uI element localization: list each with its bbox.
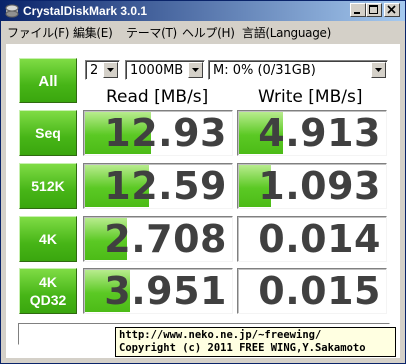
4k-write-cell: 0.014 [237, 216, 387, 262]
minimize-icon [354, 12, 360, 14]
512k-button[interactable]: 512K [19, 163, 77, 209]
all-button[interactable]: All [19, 58, 77, 103]
minimize-button[interactable] [350, 3, 366, 17]
4k-qd32-write-value: 0.015 [258, 269, 381, 313]
drive-select[interactable]: M: 0% (0/31GB) [208, 60, 388, 80]
maximize-button[interactable] [366, 3, 382, 17]
all-button-label: All [38, 73, 58, 90]
test-count-value: 2 [90, 63, 99, 78]
read-header: Read [MB/s] [106, 87, 209, 107]
app-icon [5, 4, 19, 18]
4k-qd32-read-value: 3.951 [104, 269, 227, 313]
maximize-icon [369, 5, 378, 14]
4k-button[interactable]: 4K [19, 216, 77, 262]
close-icon [387, 5, 396, 14]
app-window: CrystalDiskMark 3.0.1 ファイル(F) 編集(E) テーマ(… [0, 0, 406, 364]
chevron-down-icon [192, 68, 199, 72]
seq-read-cell: 12.93 [83, 110, 233, 156]
menu-language[interactable]: 言語(Language) [242, 24, 331, 41]
dropdown-button[interactable] [188, 62, 203, 78]
4k-read-cell: 2.708 [83, 216, 233, 262]
512k-write-value: 1.093 [258, 164, 381, 208]
menu-theme[interactable]: テーマ(T) [126, 24, 177, 41]
seq-button[interactable]: Seq [19, 110, 77, 156]
seq-write-cell: 4.913 [237, 110, 387, 156]
menu-bar: ファイル(F) 編集(E) テーマ(T) ヘルプ(H) 言語(Language) [1, 21, 405, 40]
seq-read-value: 12.93 [104, 111, 227, 155]
chevron-down-icon [107, 68, 114, 72]
menu-file[interactable]: ファイル(F) [7, 24, 69, 41]
write-header: Write [MB/s] [258, 87, 363, 107]
dropdown-button[interactable] [103, 62, 118, 78]
4k-qd32-button-label: 4K [39, 274, 57, 290]
chevron-down-icon [375, 68, 382, 72]
menu-help[interactable]: ヘルプ(H) [182, 24, 235, 41]
drive-value: M: 0% (0/31GB) [213, 63, 316, 78]
4k-qd32-button-sublabel: QD32 [29, 292, 67, 308]
512k-write-cell: 1.093 [237, 163, 387, 209]
4k-qd32-write-cell: 0.015 [237, 268, 387, 314]
close-button[interactable] [384, 3, 400, 17]
4k-qd32-read-cell: 3.951 [83, 268, 233, 314]
512k-read-cell: 12.59 [83, 163, 233, 209]
seq-write-value: 4.913 [258, 111, 381, 155]
4k-button-label: 4K [39, 231, 57, 247]
copyright-tooltip: http://www.neko.ne.jp/~freewing/ Copyrig… [115, 327, 396, 357]
dropdown-button[interactable] [371, 62, 386, 78]
4k-read-value: 2.708 [104, 217, 227, 261]
title-bar[interactable]: CrystalDiskMark 3.0.1 [1, 1, 405, 21]
menu-edit[interactable]: 編集(E) [73, 24, 113, 41]
test-size-select[interactable]: 1000MB [125, 60, 205, 80]
window-title: CrystalDiskMark 3.0.1 [23, 4, 148, 18]
4k-write-value: 0.014 [258, 217, 381, 261]
test-count-select[interactable]: 2 [85, 60, 120, 80]
512k-button-label: 512K [31, 178, 65, 194]
tooltip-url: http://www.neko.ne.jp/~freewing/ [119, 329, 322, 341]
seq-button-label: Seq [35, 125, 61, 141]
tooltip-copyright: Copyright (c) 2011 FREE WING,Y.Sakamoto [119, 342, 366, 354]
512k-read-value: 12.59 [104, 164, 227, 208]
test-size-value: 1000MB [130, 63, 184, 78]
4k-qd32-button[interactable]: 4K QD32 [19, 268, 77, 314]
